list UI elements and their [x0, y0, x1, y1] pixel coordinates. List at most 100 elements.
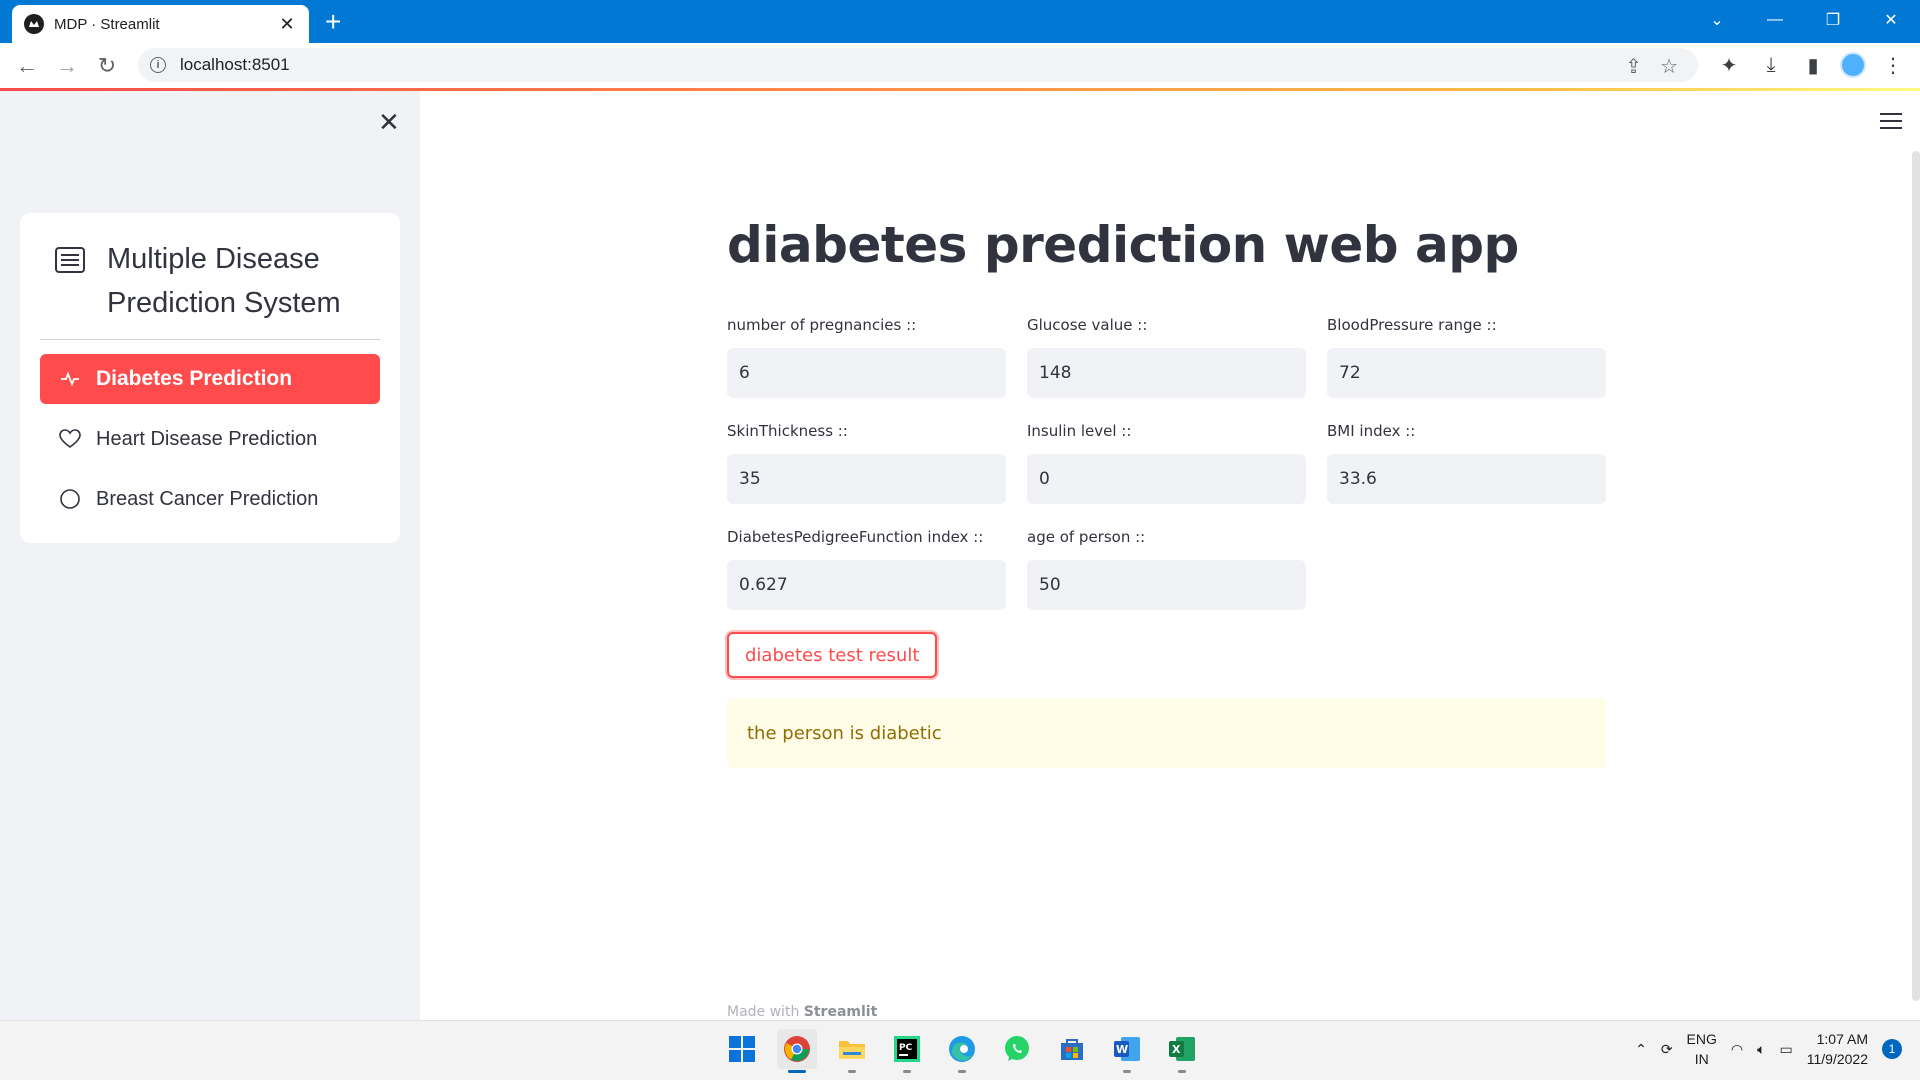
tab-close-icon[interactable]: ✕: [277, 14, 297, 35]
chevron-up-icon[interactable]: ⌃: [1635, 1041, 1647, 1058]
taskbar-store[interactable]: [1052, 1029, 1092, 1069]
menu-item-breast-cancer-prediction[interactable]: Breast Cancer Prediction: [40, 474, 380, 524]
url-text: localhost:8501: [180, 55, 290, 74]
chrome-icon: [784, 1036, 810, 1062]
field-age: age of person ::: [1027, 528, 1306, 610]
address-bar[interactable]: i localhost:8501 ⇪ ☆: [138, 48, 1698, 82]
bookmark-star-icon[interactable]: ☆: [1660, 54, 1678, 79]
folder-icon: [839, 1041, 865, 1059]
lang-region: IN: [1694, 1051, 1709, 1067]
menu-title: Multiple Disease Prediction System: [40, 237, 380, 325]
profile-avatar[interactable]: [1840, 52, 1866, 78]
blood-pressure-input[interactable]: [1327, 348, 1606, 398]
input-grid: number of pregnancies :: Glucose value :…: [727, 316, 1627, 610]
main-area: diabetes prediction web app number of pr…: [420, 91, 1920, 1020]
field-glucose: Glucose value ::: [1027, 316, 1306, 398]
field-label: SkinThickness ::: [727, 422, 848, 440]
browser-actions: ✦ ⤓ ▮ ⋮: [1714, 48, 1908, 82]
clock-time: 1:07 AM: [1816, 1031, 1868, 1047]
word-icon: W: [1114, 1037, 1140, 1061]
scrollbar[interactable]: [1912, 151, 1920, 1001]
site-info-icon[interactable]: i: [150, 57, 166, 73]
pregnancies-input[interactable]: [727, 348, 1006, 398]
footer: Made with Streamlit: [727, 1004, 877, 1020]
field-label: DiabetesPedigreeFunction index ::: [727, 528, 984, 546]
field-insulin: Insulin level ::: [1027, 422, 1306, 504]
menu-item-label: Breast Cancer Prediction: [96, 487, 319, 510]
language-indicator[interactable]: ENG IN: [1687, 1029, 1717, 1069]
forward-button[interactable]: →: [47, 46, 87, 86]
main-content: diabetes prediction web app number of pr…: [727, 216, 1627, 768]
hamburger-menu-icon[interactable]: [1880, 113, 1902, 134]
more-menu-icon[interactable]: ⋮: [1878, 48, 1908, 82]
svg-text:X: X: [1172, 1043, 1181, 1056]
taskbar-edge[interactable]: [942, 1029, 982, 1073]
close-window-button[interactable]: ✕: [1862, 0, 1920, 40]
bmi-input[interactable]: [1327, 454, 1606, 504]
svg-text:W: W: [1116, 1043, 1128, 1056]
back-button[interactable]: ←: [7, 46, 47, 86]
list-card-icon: [55, 247, 85, 273]
skin-thickness-input[interactable]: [727, 454, 1006, 504]
browser-toolbar: ← → ↻ i localhost:8501 ⇪ ☆ ✦ ⤓ ▮ ⋮: [0, 43, 1920, 88]
volume-icon[interactable]: 🔈︎: [1757, 1041, 1765, 1058]
taskbar-chrome[interactable]: [777, 1029, 817, 1073]
age-input[interactable]: [1027, 560, 1306, 610]
clock-date: 11/9/2022: [1806, 1051, 1868, 1067]
taskbar-excel[interactable]: X: [1162, 1029, 1202, 1073]
heart-icon: [58, 427, 82, 451]
reload-button[interactable]: ↻: [87, 46, 127, 86]
field-bmi: BMI index ::: [1327, 422, 1606, 504]
footer-streamlit-link[interactable]: Streamlit: [804, 1004, 878, 1020]
excel-icon: X: [1169, 1037, 1195, 1061]
clock[interactable]: 1:07 AM 11/9/2022: [1807, 1029, 1868, 1069]
circle-icon: [58, 487, 82, 511]
taskbar-pycharm[interactable]: PC: [887, 1029, 927, 1073]
activity-icon: [58, 367, 82, 391]
field-label: Insulin level ::: [1027, 422, 1132, 440]
share-icon[interactable]: ⇪: [1625, 54, 1642, 79]
field-pedigree-function: DiabetesPedigreeFunction index ::: [727, 528, 1006, 610]
new-tab-button[interactable]: +: [325, 8, 341, 36]
windows-logo-icon: [729, 1036, 755, 1062]
sidebar-close-icon[interactable]: ✕: [378, 107, 400, 138]
svg-text:PC: PC: [899, 1043, 913, 1053]
tab-search-icon[interactable]: ⌄: [1688, 0, 1746, 40]
insulin-input[interactable]: [1027, 454, 1306, 504]
notification-badge[interactable]: 1: [1882, 1039, 1902, 1059]
glucose-input[interactable]: [1027, 348, 1306, 398]
minimize-button[interactable]: —: [1746, 0, 1804, 40]
field-label: BMI index ::: [1327, 422, 1416, 440]
download-icon[interactable]: ⤓: [1756, 48, 1786, 82]
field-blood-pressure: BloodPressure range ::: [1327, 316, 1606, 398]
wifi-icon[interactable]: ◠: [1731, 1041, 1743, 1058]
diabetes-test-result-button[interactable]: diabetes test result: [727, 632, 938, 678]
browser-tab-bar: MDP · Streamlit ✕ + ⌄ — ❐ ✕: [0, 0, 1920, 43]
windows-taskbar: PC W X ⌃ ⟳ ENG IN ◠ 🔈︎ ▭ 1:07 AM 11/9/20…: [0, 1020, 1920, 1080]
menu-item-label: Heart Disease Prediction: [96, 427, 318, 450]
taskbar-apps: PC W X: [722, 1029, 1202, 1073]
omnibox-actions: ⇪ ☆: [1625, 54, 1678, 79]
battery-icon[interactable]: ▭: [1780, 1041, 1793, 1058]
field-pregnancies: number of pregnancies ::: [727, 316, 1006, 398]
option-menu: Multiple Disease Prediction System Diabe…: [20, 213, 400, 543]
sync-icon[interactable]: ⟳: [1661, 1041, 1673, 1058]
browser-tab[interactable]: MDP · Streamlit ✕: [12, 5, 309, 43]
taskbar-word[interactable]: W: [1107, 1029, 1147, 1073]
menu-item-heart-disease-prediction[interactable]: Heart Disease Prediction: [40, 414, 380, 464]
menu-item-label: Diabetes Prediction: [96, 367, 293, 390]
pedigree-function-input[interactable]: [727, 560, 1006, 610]
taskbar-file-explorer[interactable]: [832, 1029, 872, 1073]
start-button[interactable]: [722, 1029, 762, 1069]
taskbar-whatsapp[interactable]: [997, 1029, 1037, 1069]
menu-item-diabetes-prediction[interactable]: Diabetes Prediction: [40, 354, 380, 404]
field-skin-thickness: SkinThickness ::: [727, 422, 1006, 504]
tab-title: MDP · Streamlit: [54, 15, 160, 33]
extensions-puzzle-icon[interactable]: ✦: [1714, 48, 1744, 82]
restore-button[interactable]: ❐: [1804, 0, 1862, 40]
system-tray: ⌃ ⟳ ENG IN ◠ 🔈︎ ▭ 1:07 AM 11/9/2022 1: [1635, 1029, 1902, 1069]
page-title: diabetes prediction web app: [727, 216, 1519, 274]
streamlit-favicon-icon: [24, 14, 44, 34]
field-label: age of person ::: [1027, 528, 1146, 546]
side-panel-icon[interactable]: ▮: [1798, 48, 1828, 82]
